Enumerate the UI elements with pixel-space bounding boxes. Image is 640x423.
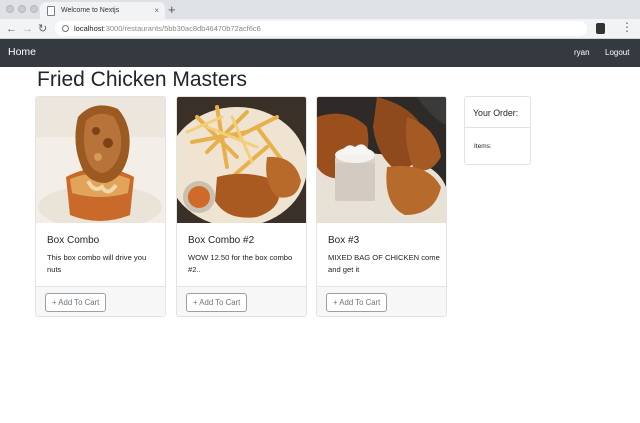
dish-card: Box Combo #2 WOW 12.50 for the box combo… — [176, 96, 307, 317]
user-link[interactable]: ryan — [574, 48, 590, 57]
restaurant-title: Fried Chicken Masters — [37, 68, 248, 91]
card-footer: + Add To Cart — [36, 286, 165, 316]
dish-description: This box combo will drive you nuts — [47, 253, 147, 274]
order-panel: Your Order: Items: — [464, 96, 531, 165]
home-link[interactable]: Home — [8, 46, 36, 58]
browser-tab-strip: Welcome to Nextjs × + — [0, 0, 640, 19]
dish-image — [177, 97, 306, 223]
url-host: localhost — [74, 24, 104, 33]
dish-description: MIXED BAG OF CHICKEN come and get it — [328, 253, 440, 274]
app-navbar: Home ryan Logout — [0, 39, 640, 67]
back-icon[interactable]: ← — [6, 22, 17, 36]
url-path: :3000/restaurants/5bb30ac8db46470b72acf6… — [103, 24, 261, 33]
close-window-icon[interactable] — [6, 5, 14, 13]
extension-icon[interactable] — [596, 23, 605, 34]
info-icon[interactable] — [62, 25, 69, 32]
logout-link[interactable]: Logout — [605, 48, 629, 57]
tab-title: Welcome to Nextjs — [61, 7, 120, 14]
add-to-cart-button[interactable]: + Add To Cart — [186, 293, 248, 312]
card-footer: + Add To Cart — [177, 286, 306, 316]
dish-name: Box Combo #2 — [188, 235, 255, 246]
forward-icon[interactable]: → — [22, 22, 33, 36]
dish-name: Box Combo — [47, 235, 100, 246]
add-to-cart-button[interactable]: + Add To Cart — [326, 293, 388, 312]
reload-icon[interactable]: ↻ — [38, 22, 47, 36]
dish-description: WOW 12.50 for the box combo #2.. — [188, 253, 293, 274]
order-header: Your Order: — [465, 97, 530, 128]
maximize-window-icon[interactable] — [30, 5, 38, 13]
address-bar[interactable]: localhost:3000/restaurants/5bb30ac8db464… — [55, 21, 587, 36]
order-title: Your Order: — [473, 108, 519, 118]
dish-card: Box Combo This box combo will drive you … — [35, 96, 166, 317]
card-footer: + Add To Cart — [317, 286, 446, 316]
browser-menu-icon[interactable]: ⋮ — [621, 20, 633, 34]
browser-tab[interactable]: Welcome to Nextjs × — [40, 2, 165, 19]
minimize-window-icon[interactable] — [18, 5, 26, 13]
page-icon — [47, 5, 55, 16]
dish-image — [317, 97, 446, 223]
order-items-label: Items: — [474, 143, 492, 150]
dish-image — [36, 97, 165, 223]
browser-toolbar: ← → ↻ localhost:3000/restaurants/5bb30ac… — [0, 19, 640, 39]
dish-card: Box #3 MIXED BAG OF CHICKEN come and get… — [316, 96, 447, 317]
new-tab-icon[interactable]: + — [168, 2, 176, 17]
add-to-cart-button[interactable]: + Add To Cart — [45, 293, 107, 312]
dish-name: Box #3 — [328, 235, 360, 246]
close-tab-icon[interactable]: × — [154, 6, 159, 15]
